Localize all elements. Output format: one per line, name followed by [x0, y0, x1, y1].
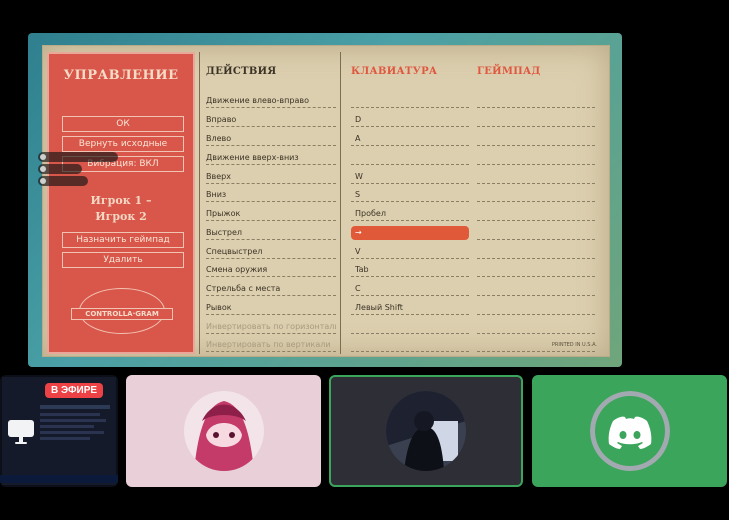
keyboard-binding[interactable]: D [351, 113, 469, 127]
actions-header: ДЕЙСТВИЯ [206, 66, 277, 77]
gamepad-binding[interactable] [477, 188, 595, 202]
keyboard-binding[interactable] [351, 320, 469, 334]
overlay-row [38, 164, 82, 174]
action-row: Прыжок [206, 207, 336, 221]
keyboard-binding[interactable]: Пробел [351, 207, 469, 221]
reset-defaults-button[interactable]: Вернуть исходные [62, 136, 184, 152]
discord-logo-icon [589, 391, 670, 471]
live-badge: В ЭФИРЕ [45, 383, 104, 398]
action-row: Смена оружия [206, 263, 336, 277]
action-row: Вниз [206, 188, 336, 202]
keyboard-binding[interactable]: C [351, 282, 469, 296]
action-row: Вправо [206, 113, 336, 127]
overlay-row [38, 152, 118, 162]
avatar [386, 391, 466, 471]
gamepad-binding[interactable] [477, 282, 595, 296]
action-row: Инвертировать по горизонтали [206, 320, 336, 334]
controls-title: УПРАВЛЕНИЕ [63, 68, 179, 83]
controls-left-panel: УПРАВЛЕНИЕ ОК Вернуть исходные Вибрация:… [47, 52, 195, 354]
gamepad-binding[interactable] [477, 245, 595, 259]
action-row: Влево [206, 132, 336, 146]
actions-column: ДЕЙСТВИЯ Движение влево-вправо Вправо Вл… [199, 52, 341, 354]
gamepad-binding[interactable] [477, 132, 595, 146]
avatar [183, 391, 264, 471]
participant-tile-default-avatar[interactable] [532, 375, 727, 487]
keyboard-binding[interactable]: W [351, 170, 469, 184]
gamepad-binding[interactable] [477, 94, 595, 108]
player-label-2: Игрок 2 [95, 210, 147, 223]
stream-overlay-widget [38, 152, 128, 188]
action-row: Спецвыстрел [206, 245, 336, 259]
gamepad-binding[interactable] [477, 207, 595, 221]
action-row: Стрельба с места [206, 282, 336, 296]
player-label-1: Игрок 1 – [90, 194, 152, 207]
user-dot-icon [40, 166, 46, 172]
keyboard-binding[interactable] [351, 338, 469, 352]
logo-text: CONTROLLA·GRAM [71, 308, 173, 320]
user-dot-icon [40, 178, 46, 184]
action-row: Рывок [206, 301, 336, 315]
keyboard-binding[interactable]: Левый Shift [351, 301, 469, 315]
gamepad-binding[interactable] [477, 170, 595, 184]
action-row: Выстрел [206, 226, 336, 240]
gamepad-binding[interactable] [477, 301, 595, 315]
keyboard-binding[interactable]: V [351, 245, 469, 259]
participant-tile-streamer[interactable]: В ЭФИРЕ [0, 375, 118, 487]
participant-tile-speaking[interactable] [329, 375, 523, 487]
screen-share-stream[interactable]: УПРАВЛЕНИЕ ОК Вернуть исходные Вибрация:… [28, 33, 622, 367]
screen-share-icon [8, 420, 34, 444]
gamepad-binding[interactable] [477, 320, 595, 334]
overlay-row [38, 176, 88, 186]
action-row: Движение влево-вправо [206, 94, 336, 108]
gamepad-binding[interactable] [477, 226, 595, 240]
keyboard-binding[interactable]: S [351, 188, 469, 202]
ok-button[interactable]: ОК [62, 116, 184, 132]
gamepad-binding[interactable] [477, 151, 595, 165]
printed-mark: PRINTED IN U.S.A. [551, 342, 597, 348]
action-row: Инвертировать по вертикали [206, 338, 336, 352]
gamepad-binding[interactable] [477, 113, 595, 127]
keyboard-binding-selected[interactable]: → [351, 226, 469, 240]
keyboard-binding[interactable] [351, 151, 469, 165]
gamepad-header: ГЕЙМПАД [477, 66, 541, 77]
controls-menu: УПРАВЛЕНИЕ ОК Вернуть исходные Вибрация:… [42, 45, 610, 357]
gamepad-binding[interactable] [477, 263, 595, 277]
participant-tile[interactable] [126, 375, 321, 487]
keyboard-binding[interactable] [351, 94, 469, 108]
keyboard-binding[interactable]: Tab [351, 263, 469, 277]
keyboard-binding[interactable]: A [351, 132, 469, 146]
delete-button[interactable]: Удалить [62, 252, 184, 268]
assign-gamepad-button[interactable]: Назначить геймпад [62, 232, 184, 248]
action-row: Движение вверх-вниз [206, 151, 336, 165]
action-row: Вверх [206, 170, 336, 184]
keyboard-header: КЛАВИАТУРА [351, 66, 438, 77]
user-dot-icon [40, 154, 46, 160]
bindings-area: КЛАВИАТУРА ГЕЙМПАД D A W S Пробел → V Ta… [345, 52, 607, 354]
